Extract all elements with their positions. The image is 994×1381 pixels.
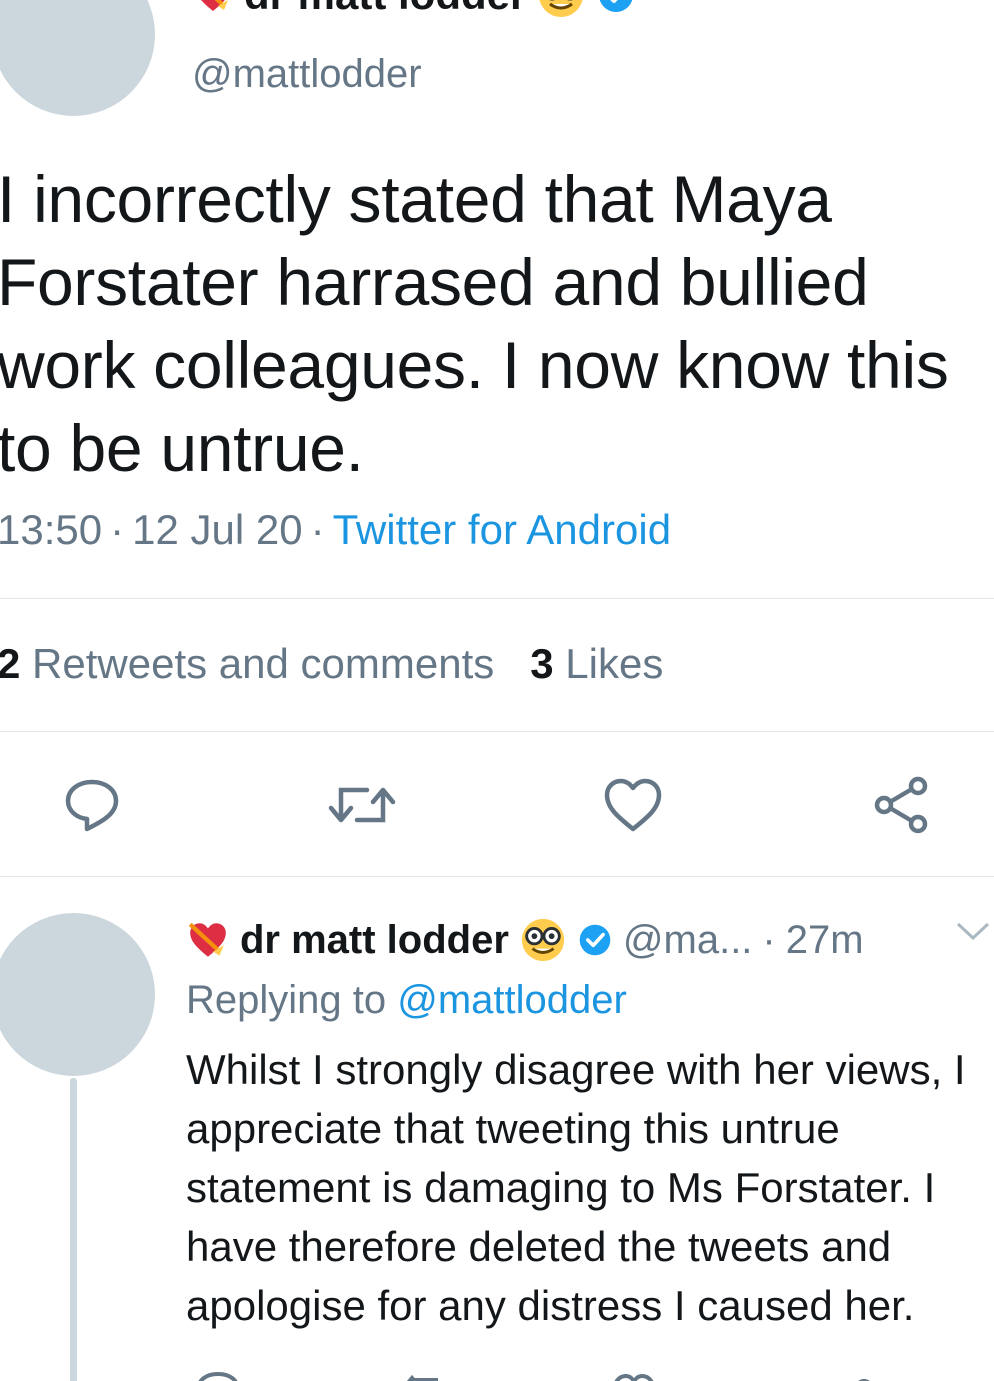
replying-to-label: Replying to xyxy=(186,978,387,1022)
retweet-icon[interactable] xyxy=(327,770,397,840)
meta-separator: · xyxy=(310,506,325,553)
reply-text: Whilst I strongly disagree with her view… xyxy=(186,1046,966,1329)
retweets-label: Retweets and comments xyxy=(32,640,495,687)
heart-with-arrow-icon xyxy=(192,0,234,16)
avatar[interactable] xyxy=(0,0,155,116)
reply-author-row: dr matt lodder @ma... · 27m xyxy=(186,913,864,967)
thread-line xyxy=(70,1078,77,1381)
like-icon[interactable] xyxy=(598,770,668,840)
chevron-down-icon[interactable] xyxy=(955,920,991,949)
tweet-text: I incorrectly stated that Maya Forstater… xyxy=(0,162,949,485)
verified-badge-icon xyxy=(596,0,636,15)
likes-stat[interactable]: 3 Likes xyxy=(530,640,663,688)
share-icon[interactable] xyxy=(836,1360,892,1381)
meta-separator: · xyxy=(762,917,776,962)
share-icon[interactable] xyxy=(866,770,936,840)
tweet-detail-screen: dr matt lodder @mattlodder I incorrectly… xyxy=(0,0,994,1381)
chevron-down-icon[interactable] xyxy=(955,0,991,9)
author-handle[interactable]: @mattlodder xyxy=(192,52,422,97)
tweet-meta: 13:50 · 12 Jul 20 · Twitter for Android xyxy=(0,506,671,554)
tweet-date: 12 Jul 20 xyxy=(132,506,303,553)
tweet-stats: 2 Retweets and comments 3 Likes xyxy=(0,640,663,688)
retweets-count: 2 xyxy=(0,640,21,687)
divider xyxy=(0,598,994,599)
nerd-face-icon xyxy=(536,0,586,20)
replying-to-mention[interactable]: @mattlodder xyxy=(397,978,627,1022)
tweet-time-ago[interactable]: 27m xyxy=(786,918,864,963)
retweets-stat[interactable]: 2 Retweets and comments xyxy=(0,640,494,688)
retweet-icon[interactable] xyxy=(398,1360,454,1381)
reply-icon[interactable] xyxy=(190,1360,246,1381)
nerd-face-icon xyxy=(519,916,567,964)
verified-badge-icon xyxy=(577,922,613,958)
author-name[interactable]: dr matt lodder xyxy=(244,0,526,19)
author-name[interactable]: dr matt lodder xyxy=(240,918,509,963)
avatar[interactable] xyxy=(0,913,155,1076)
like-icon[interactable] xyxy=(606,1360,662,1381)
divider xyxy=(0,731,994,732)
meta-separator: · xyxy=(110,506,125,553)
replying-to: Replying to @mattlodder xyxy=(186,978,627,1023)
divider xyxy=(0,876,994,877)
main-author-row: dr matt lodder xyxy=(192,0,636,20)
author-handle[interactable]: @ma... xyxy=(623,918,753,963)
heart-with-arrow-icon xyxy=(186,918,230,962)
likes-label: Likes xyxy=(565,640,664,687)
tweet-time: 13:50 xyxy=(0,506,103,553)
likes-count: 3 xyxy=(530,640,554,687)
tweet-source-link[interactable]: Twitter for Android xyxy=(333,506,671,553)
reply-icon[interactable] xyxy=(57,770,127,840)
